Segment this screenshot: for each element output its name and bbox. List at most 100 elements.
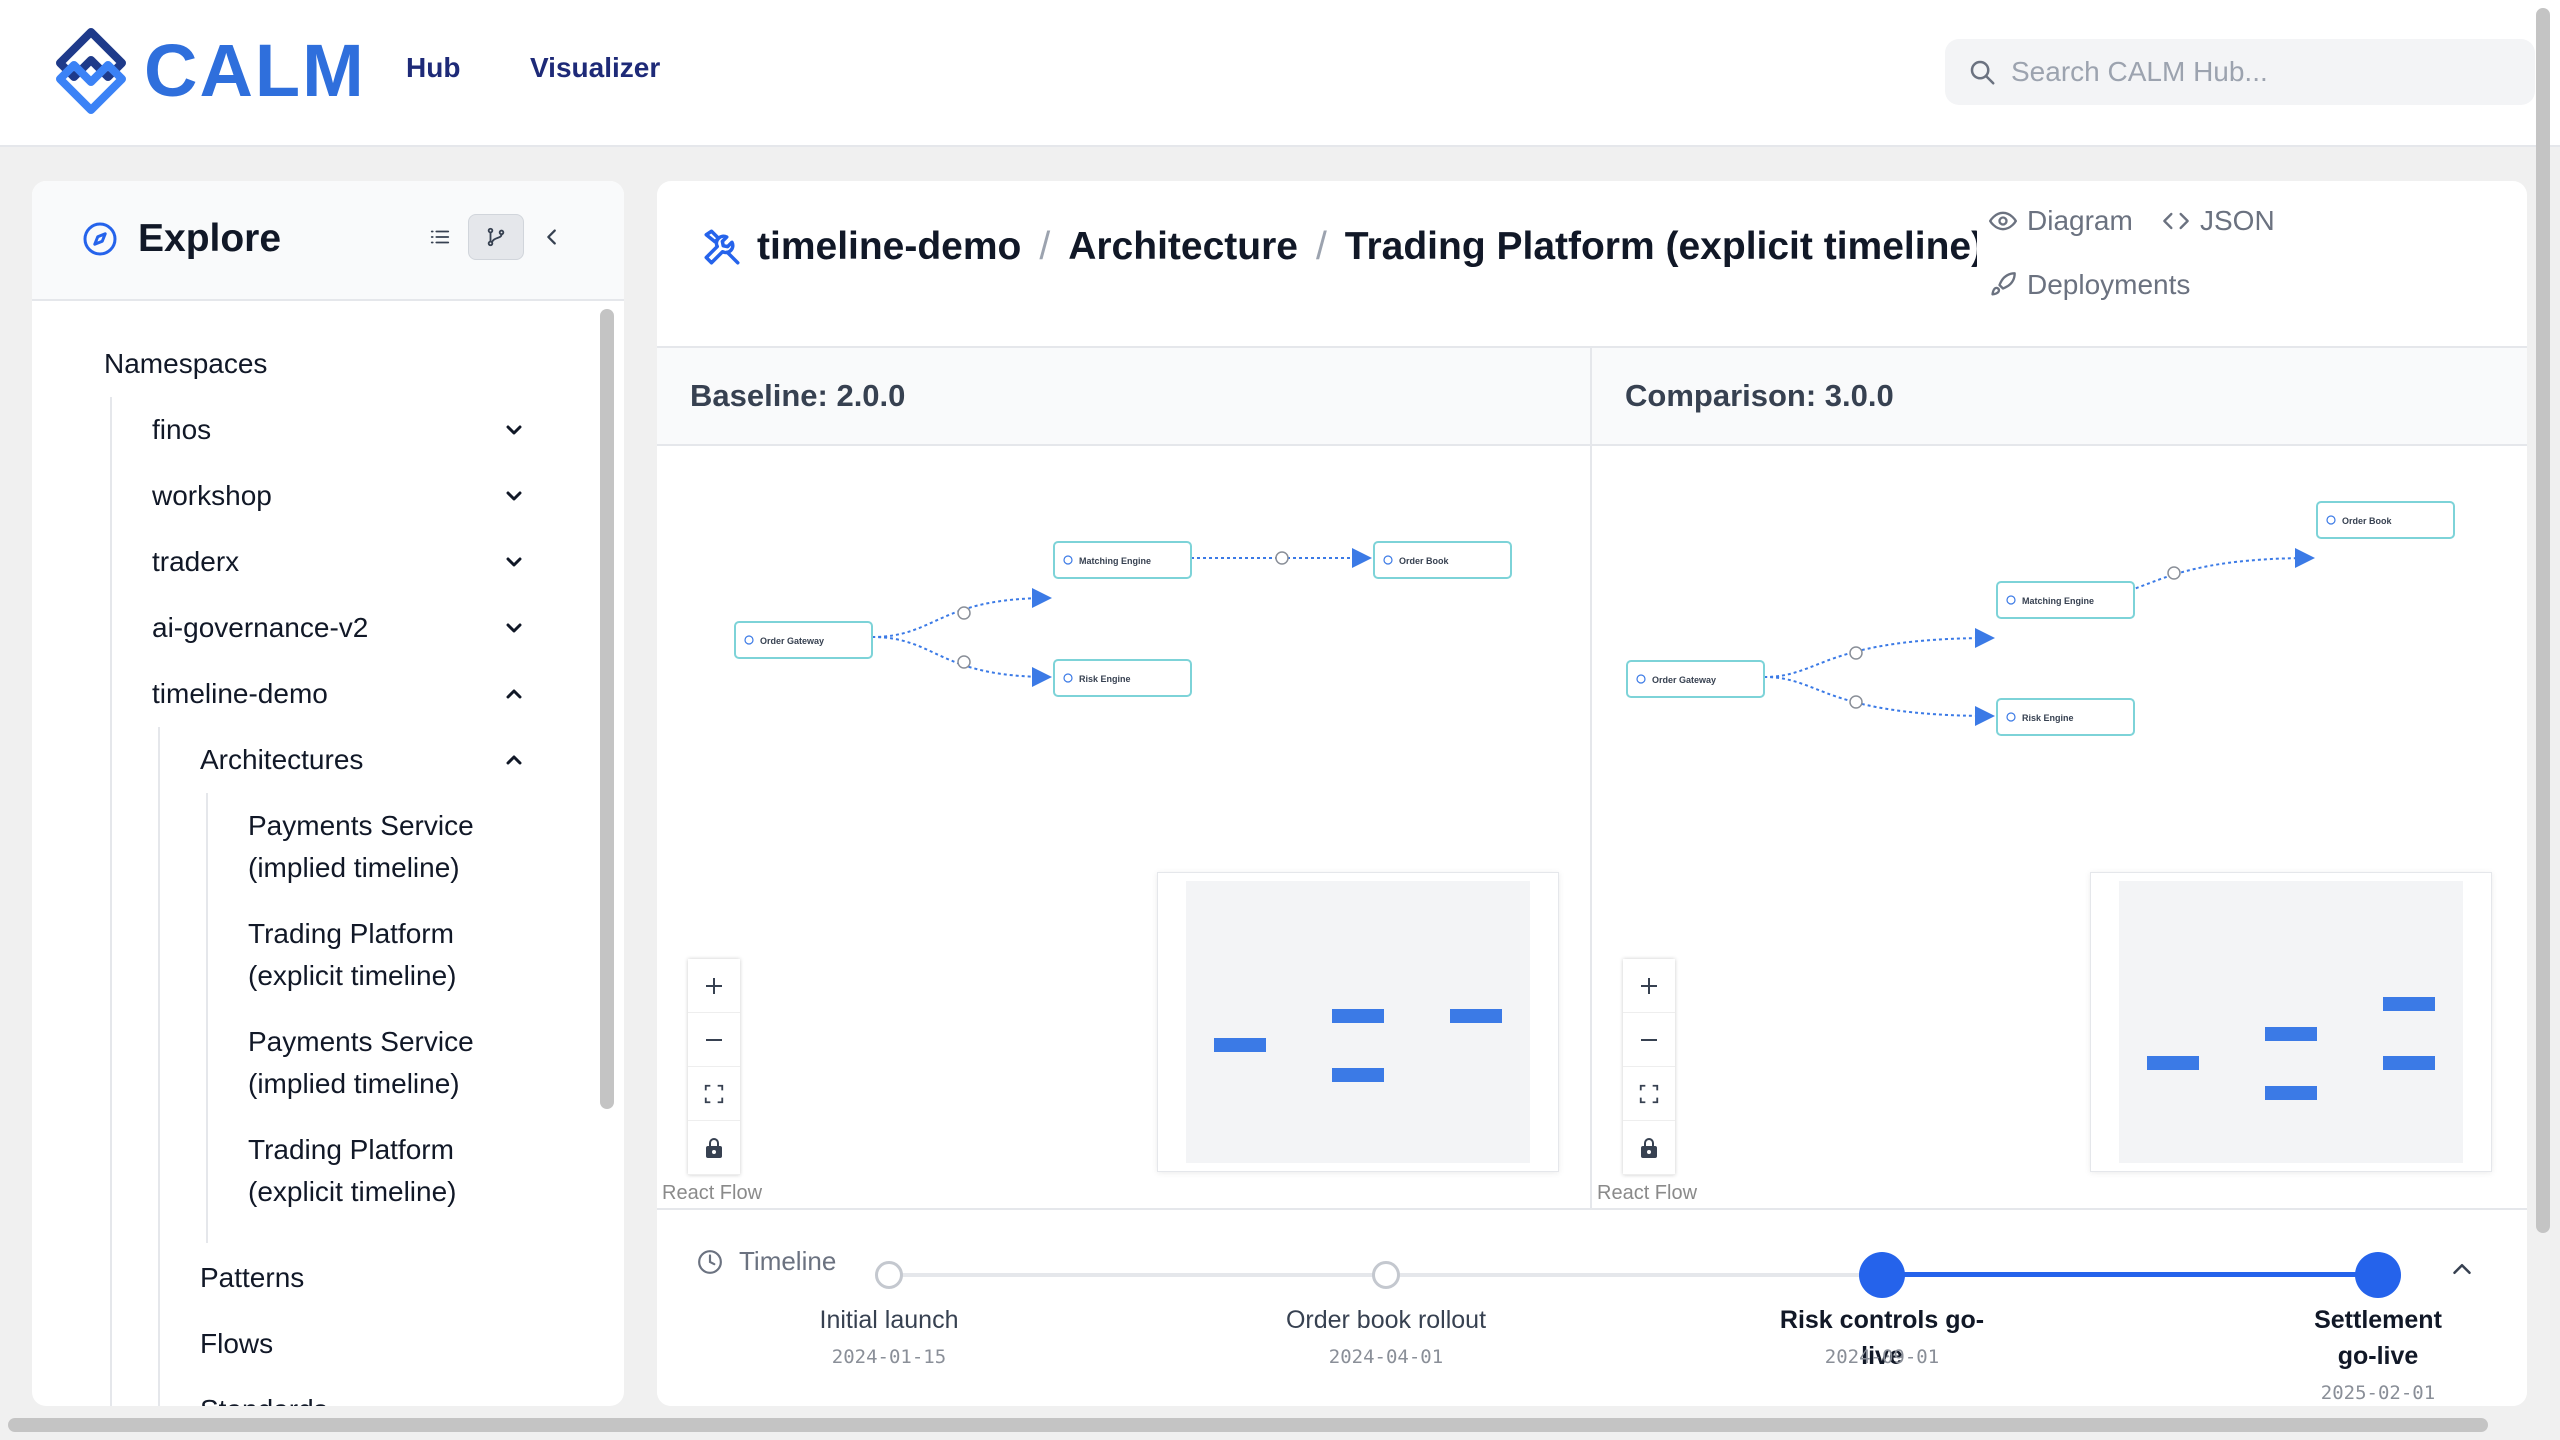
sidebar-scrollbar[interactable] xyxy=(600,309,614,1109)
node-label: Matching Engine xyxy=(1079,556,1151,566)
search-box[interactable] xyxy=(1945,39,2535,105)
moment-name[interactable]: Settlement go-live xyxy=(2258,1302,2498,1374)
patterns-folder[interactable]: Patterns xyxy=(200,1257,304,1299)
node-matching-engine[interactable]: Matching Engine xyxy=(1996,581,2135,619)
architecture-subtitle: (explicit timeline) xyxy=(248,1176,457,1207)
node-order-book[interactable]: Order Book xyxy=(2316,501,2455,539)
top-header: CALM Hub Visualizer xyxy=(0,0,2560,147)
flow-controls xyxy=(1623,959,1675,1175)
calm-logo[interactable]: CALM xyxy=(46,26,366,116)
tab-diagram[interactable]: Diagram xyxy=(1989,205,2133,237)
fit-view-icon xyxy=(1639,1084,1659,1103)
namespace-traderx[interactable]: traderx xyxy=(152,541,239,583)
tab-deployments[interactable]: Deployments xyxy=(1989,269,2190,301)
timeline-moment-dot[interactable] xyxy=(875,1261,903,1289)
edge-interface-icon xyxy=(957,606,971,620)
minimap-node xyxy=(1332,1068,1384,1082)
timeline-moment-dot-selected[interactable] xyxy=(1859,1252,1905,1298)
collapse-sidebar-button[interactable] xyxy=(524,214,580,260)
comparison-view: Baseline: 2.0.0 Order Gateway Matching E… xyxy=(657,346,2527,1210)
calm-logo-icon xyxy=(56,28,126,114)
zoom-out-button[interactable] xyxy=(1623,1013,1675,1067)
chevron-down-icon[interactable] xyxy=(502,484,526,508)
comparison-flow-canvas[interactable]: Order Gateway Matching Engine Order Book xyxy=(1592,446,2527,1210)
node-label: Order Gateway xyxy=(760,636,824,646)
flows-folder[interactable]: Flows xyxy=(200,1323,273,1365)
standards-folder[interactable]: Standards xyxy=(200,1389,328,1406)
minimap-node xyxy=(1450,1009,1502,1023)
node-label: Matching Engine xyxy=(2022,596,2094,606)
architecture-name: Payments Service xyxy=(248,1026,474,1057)
chevron-down-icon[interactable] xyxy=(502,616,526,640)
node-order-book[interactable]: Order Book xyxy=(1373,541,1512,579)
timeline-moment-dot-selected[interactable] xyxy=(2355,1252,2401,1298)
list-view-button[interactable] xyxy=(412,214,468,260)
lock-button[interactable] xyxy=(1623,1121,1675,1175)
moment-name[interactable]: Initial launch xyxy=(769,1302,1009,1338)
tab-diagram-label: Diagram xyxy=(2027,205,2133,236)
architecture-name: Trading Platform xyxy=(248,1134,454,1165)
moment-date: 2024-09-01 xyxy=(1824,1346,1940,1368)
vertical-scrollbar[interactable] xyxy=(2536,8,2550,1233)
node-order-gateway[interactable]: Order Gateway xyxy=(1626,660,1765,698)
fit-view-button[interactable] xyxy=(688,1067,740,1121)
chevron-up-icon[interactable] xyxy=(502,748,526,772)
lock-icon xyxy=(1641,1137,1657,1158)
minimap[interactable] xyxy=(2090,872,2492,1172)
chevron-up-icon[interactable] xyxy=(2447,1254,2477,1284)
eye-icon xyxy=(1989,211,2017,231)
breadcrumb-namespace[interactable]: timeline-demo xyxy=(757,225,1021,269)
architecture-item[interactable]: Trading Platform (explicit timeline) xyxy=(248,913,457,997)
fit-view-button[interactable] xyxy=(1623,1067,1675,1121)
namespace-ai-governance-v2[interactable]: ai-governance-v2 xyxy=(152,607,368,649)
code-icon xyxy=(2163,212,2189,230)
chevron-down-icon[interactable] xyxy=(502,418,526,442)
react-flow-attribution[interactable]: React Flow xyxy=(662,1182,762,1205)
fit-view-icon xyxy=(704,1084,724,1103)
minimap-viewport xyxy=(2119,881,2463,1163)
architectures-folder[interactable]: Architectures xyxy=(200,739,363,781)
node-matching-engine[interactable]: Matching Engine xyxy=(1053,541,1192,579)
chevron-left-icon xyxy=(547,229,556,245)
chevron-down-icon[interactable] xyxy=(502,550,526,574)
zoom-in-button[interactable] xyxy=(688,959,740,1013)
tree-view-button[interactable] xyxy=(468,214,524,260)
breadcrumb-separator: / xyxy=(1039,225,1051,268)
sidebar-title: Explore xyxy=(138,217,282,260)
comparison-label: Comparison: 3.0.0 xyxy=(1625,378,1894,413)
tab-json[interactable]: JSON xyxy=(2162,205,2275,237)
breadcrumb-type[interactable]: Architecture xyxy=(1068,225,1298,269)
namespace-timeline-demo[interactable]: timeline-demo xyxy=(152,673,328,715)
edge-interface-icon xyxy=(957,655,971,669)
search-icon xyxy=(1970,60,1995,85)
baseline-flow-canvas[interactable]: Order Gateway Matching Engine Order Book xyxy=(657,446,1590,1210)
nav-visualizer-link[interactable]: Visualizer xyxy=(530,52,660,84)
timeline-moment-dot[interactable] xyxy=(1372,1261,1400,1289)
namespace-workshop[interactable]: workshop xyxy=(152,475,272,517)
minimap-node xyxy=(2383,1056,2435,1070)
baseline-header: Baseline: 2.0.0 xyxy=(657,348,1590,446)
architecture-item[interactable]: Payments Service (implied timeline) xyxy=(248,1021,474,1105)
nav-hub-link[interactable]: Hub xyxy=(406,52,460,84)
node-risk-engine[interactable]: Risk Engine xyxy=(1996,698,2135,736)
node-label: Order Gateway xyxy=(1652,675,1716,685)
minimap[interactable] xyxy=(1157,872,1559,1172)
namespace-finos[interactable]: finos xyxy=(152,409,211,451)
moment-name-line: go-live xyxy=(2337,1342,2419,1370)
horizontal-scrollbar[interactable] xyxy=(8,1418,2488,1432)
lock-button[interactable] xyxy=(688,1121,740,1175)
moment-name[interactable]: Order book rollout xyxy=(1266,1302,1506,1338)
chevron-up-icon[interactable] xyxy=(502,682,526,706)
zoom-in-button[interactable] xyxy=(1623,959,1675,1013)
architecture-item[interactable]: Trading Platform (explicit timeline) xyxy=(248,1129,457,1213)
explore-sidebar: Explore Namespaces finos workshop trader… xyxy=(32,181,624,1406)
architecture-item[interactable]: Payments Service (implied timeline) xyxy=(248,805,474,889)
node-risk-engine[interactable]: Risk Engine xyxy=(1053,659,1192,697)
moment-date: 2024-01-15 xyxy=(831,1346,947,1368)
node-label: Risk Engine xyxy=(2022,713,2074,723)
zoom-out-button[interactable] xyxy=(688,1013,740,1067)
react-flow-attribution[interactable]: React Flow xyxy=(1597,1182,1697,1205)
search-input[interactable] xyxy=(2011,56,2491,88)
node-order-gateway[interactable]: Order Gateway xyxy=(734,621,873,659)
compass-icon xyxy=(83,222,117,256)
